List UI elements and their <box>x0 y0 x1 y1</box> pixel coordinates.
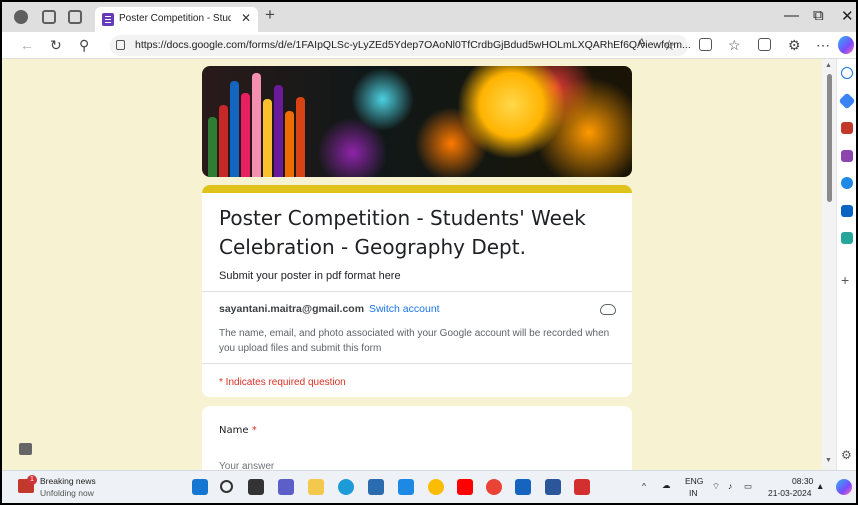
collections-icon[interactable] <box>758 38 771 51</box>
chrome-icon[interactable] <box>486 479 502 495</box>
header-banner-image <box>202 66 632 177</box>
browser-window: Poster Competition - Students' W ✕ + — ⧉… <box>2 2 856 503</box>
news-title[interactable]: Breaking news <box>40 476 96 486</box>
scroll-thumb[interactable] <box>827 74 832 202</box>
word-icon[interactable] <box>545 479 561 495</box>
close-tab-icon[interactable]: ✕ <box>241 11 251 25</box>
copilot-taskbar-icon[interactable] <box>836 479 852 495</box>
pencil-image <box>252 73 261 177</box>
sidebar-drop-icon[interactable] <box>841 232 853 244</box>
notification-bell-icon[interactable]: ▲ <box>816 481 824 491</box>
google-forms-icon <box>102 13 114 26</box>
sidebar-microsoft365-icon[interactable] <box>841 177 853 189</box>
site-info-icon[interactable] <box>116 40 125 50</box>
pencil-image <box>296 97 305 177</box>
report-feedback-icon[interactable] <box>19 443 32 455</box>
read-aloud-icon[interactable]: A <box>638 37 645 49</box>
youtube-icon[interactable] <box>457 479 473 495</box>
file-explorer-icon[interactable] <box>308 479 324 495</box>
url-text: https://docs.google.com/forms/d/e/1FAIpQ… <box>135 39 691 51</box>
language-top[interactable]: ENG <box>685 476 703 486</box>
news-badge: 1 <box>27 475 37 485</box>
account-email: sayantani.maitra@gmail.com <box>219 303 365 315</box>
start-icon[interactable] <box>192 479 208 495</box>
restore-icon[interactable]: ⧉ <box>813 7 824 24</box>
tab-title: Poster Competition - Students' W <box>119 13 231 24</box>
show-hidden-icons[interactable]: ^ <box>642 481 646 491</box>
refresh-icon[interactable]: ↻ <box>50 37 62 54</box>
switch-account-link[interactable]: Switch account <box>369 303 440 315</box>
volume-icon[interactable]: ♪ <box>728 481 732 491</box>
security-icon[interactable] <box>515 479 531 495</box>
form-page: Poster Competition - Students' Week Cele… <box>2 59 822 470</box>
question-card-name: Name * Your answer <box>202 406 632 470</box>
pencil-image <box>230 81 239 177</box>
battery-icon[interactable]: ▭ <box>744 481 752 492</box>
sidebar-add-icon[interactable]: + <box>841 273 853 287</box>
tab-actions-icon[interactable] <box>68 10 82 24</box>
question-label: Name * <box>219 425 257 436</box>
wifi-icon[interactable]: ⌔ <box>712 481 720 492</box>
name-answer-input[interactable]: Your answer <box>219 461 274 470</box>
address-bar[interactable]: https://docs.google.com/forms/d/e/1FAIpQ… <box>110 35 691 56</box>
required-star: * <box>251 425 257 436</box>
store-icon[interactable] <box>368 479 384 495</box>
pencil-image <box>219 105 228 177</box>
more-menu-icon[interactable]: ⋯ <box>816 37 830 54</box>
clock-date[interactable]: 21-03-2024 <box>768 488 811 498</box>
favorite-star-icon[interactable]: ☆ <box>663 37 676 54</box>
tab-strip: Poster Competition - Students' W ✕ + — ⧉… <box>2 2 856 32</box>
pencil-image <box>263 99 272 177</box>
form-title: Poster Competition - Students' Week Cele… <box>219 206 586 259</box>
search-icon[interactable]: ⚲ <box>79 37 89 54</box>
task-view-icon[interactable] <box>248 479 264 495</box>
language-bottom[interactable]: IN <box>689 488 698 498</box>
divider <box>202 363 632 364</box>
sidebar-tools-icon[interactable] <box>841 122 853 134</box>
scroll-up-icon[interactable]: ▲ <box>825 62 832 69</box>
teams-icon[interactable] <box>278 479 294 495</box>
split-screen-icon[interactable] <box>699 38 712 51</box>
divider <box>202 291 632 292</box>
sidebar-games-icon[interactable] <box>841 150 853 162</box>
workspaces-icon[interactable] <box>42 10 56 24</box>
calendar-app-icon[interactable] <box>398 479 414 495</box>
windows-taskbar: 1 Breaking news Unfolding now ^ ☁ ENG IN… <box>2 470 856 503</box>
favorites-icon[interactable]: ☆ <box>728 37 741 54</box>
required-note: * Indicates required question <box>219 377 346 388</box>
back-icon[interactable]: ← <box>20 37 34 53</box>
account-row: sayantani.maitra@gmail.com Switch accoun… <box>219 303 440 315</box>
edge-icon[interactable] <box>338 479 354 495</box>
taskbar-search-icon[interactable] <box>220 480 233 493</box>
pencil-image <box>285 111 294 177</box>
tab-poster-competition[interactable]: Poster Competition - Students' W ✕ <box>95 7 258 32</box>
news-subtitle[interactable]: Unfolding now <box>40 488 94 498</box>
pencil-image <box>208 117 217 177</box>
pdf-reader-icon[interactable] <box>574 479 590 495</box>
navigation-bar: ← ↻ ⚲ https://docs.google.com/forms/d/e/… <box>2 32 856 59</box>
cloud-saved-icon <box>600 304 616 315</box>
extensions-icon[interactable]: ⚙ <box>788 37 801 54</box>
clock-time[interactable]: 08:30 <box>792 476 813 486</box>
new-tab-icon[interactable]: + <box>265 5 275 25</box>
form-description: Submit your poster in pdf format here <box>219 270 401 282</box>
onedrive-icon[interactable]: ☁ <box>662 480 671 491</box>
sidebar-search-icon[interactable] <box>841 67 853 79</box>
sidebar-settings-icon[interactable]: ⚙ <box>841 449 853 461</box>
profile-icon[interactable] <box>14 10 28 24</box>
pencil-image <box>241 93 250 177</box>
close-window-icon[interactable]: ✕ <box>841 7 854 25</box>
account-notice: The name, email, and photo associated wi… <box>219 328 610 354</box>
sidebar-shopping-icon[interactable] <box>838 92 856 110</box>
minimize-icon[interactable]: — <box>784 7 799 24</box>
pencil-image <box>274 85 283 177</box>
photos-icon[interactable] <box>428 479 444 495</box>
edge-sidebar: + ⚙ <box>836 59 856 470</box>
scroll-down-icon[interactable]: ▼ <box>825 457 832 464</box>
sidebar-outlook-icon[interactable] <box>841 205 853 217</box>
question-title: Name <box>219 425 249 436</box>
form-header-card: Poster Competition - Students' Week Cele… <box>202 185 632 397</box>
copilot-icon[interactable] <box>838 36 854 54</box>
